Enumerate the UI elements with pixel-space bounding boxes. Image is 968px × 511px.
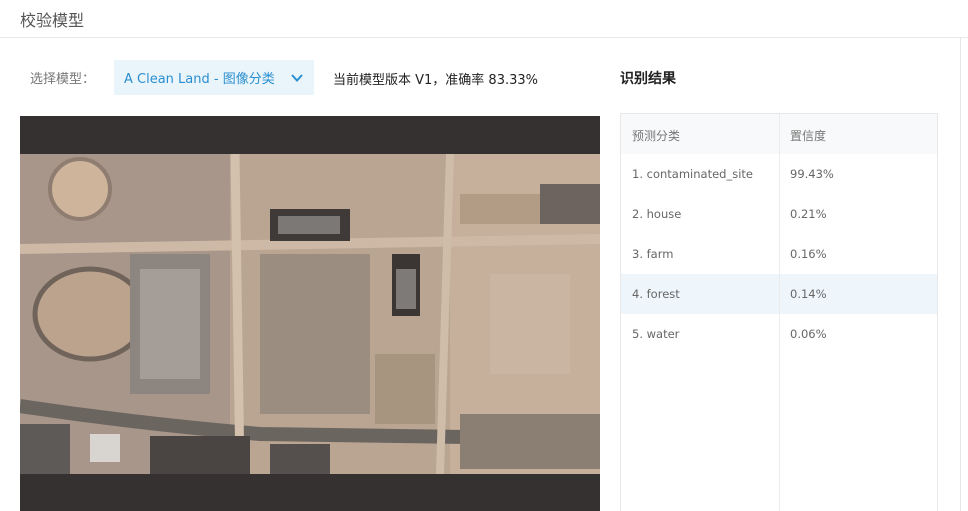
column-header-category: 预测分类 [632, 129, 681, 143]
column-header-confidence: 置信度 [790, 129, 827, 143]
row-label: 5. water [632, 327, 680, 341]
model-select-value: A Clean Land - 图像分类 [124, 72, 275, 87]
model-select-dropdown[interactable]: A Clean Land - 图像分类 [114, 60, 314, 95]
row-label: 1. contaminated_site [632, 167, 753, 181]
column-divider [779, 114, 780, 511]
row-label: 3. farm [632, 247, 674, 261]
row-confidence: 99.43% [790, 167, 834, 181]
chevron-down-icon [291, 73, 303, 82]
uploaded-image-preview[interactable] [20, 116, 600, 511]
row-confidence: 0.14% [790, 287, 827, 301]
aerial-photo [20, 154, 600, 474]
model-version-info: 当前模型版本 V1，准确率 83.33% [333, 73, 538, 88]
row-label: 4. forest [632, 287, 680, 301]
model-select-label: 选择模型： [30, 72, 96, 87]
row-confidence: 0.06% [790, 327, 827, 341]
results-title: 识别结果 [620, 71, 676, 87]
page-header: 校验模型 [0, 0, 968, 38]
page-title: 校验模型 [20, 11, 85, 30]
row-confidence: 0.21% [790, 207, 827, 221]
row-label: 2. house [632, 207, 682, 221]
right-divider [960, 37, 961, 511]
row-confidence: 0.16% [790, 247, 827, 261]
results-table: 预测分类 置信度 1. contaminated_site 99.43% 2. … [620, 113, 938, 511]
